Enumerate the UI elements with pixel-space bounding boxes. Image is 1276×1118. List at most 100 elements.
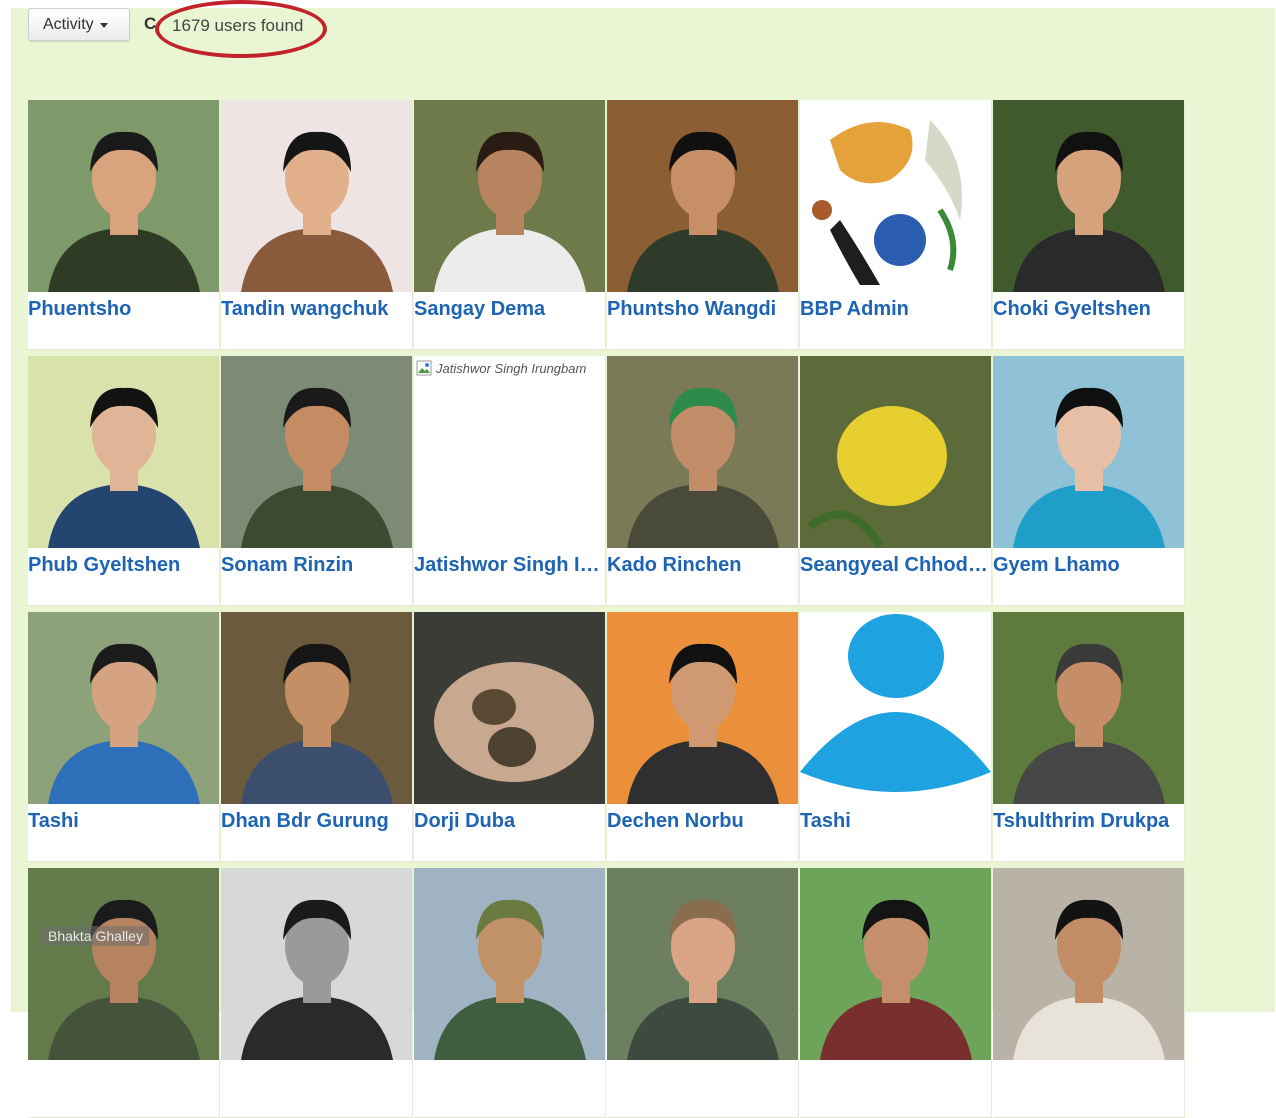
user-name-link[interactable]: Phub Gyeltshen	[28, 554, 216, 577]
user-name-link[interactable]: Seangyeal Chhoden	[800, 554, 988, 577]
user-name-link[interactable]: Sonam Rinzin	[221, 554, 409, 577]
user-name-link[interactable]: Choki Gyeltshen	[993, 298, 1181, 321]
broken-image-icon	[416, 360, 432, 376]
user-name-link[interactable]: Jatishwor Singh Irungbam	[414, 554, 602, 577]
user-photo[interactable]	[221, 612, 412, 804]
user-photo-image	[607, 100, 798, 292]
user-photo-image	[414, 868, 605, 1060]
user-photo[interactable]	[414, 868, 605, 1060]
user-photo-image	[414, 100, 605, 292]
user-photo-image	[221, 868, 412, 1060]
user-photo-image	[800, 612, 991, 804]
user-photo[interactable]	[28, 612, 219, 804]
user-name-link[interactable]: Phuntsho Wangdi	[607, 298, 795, 321]
user-name-link[interactable]: Dorji Duba	[414, 810, 602, 833]
user-name-link[interactable]: Phuentsho	[28, 298, 216, 321]
user-name-link[interactable]: Kado Rinchen	[607, 554, 795, 577]
user-card[interactable]: Tandin wangchuk	[221, 100, 413, 350]
user-photo[interactable]	[993, 612, 1184, 804]
image-alt-text: Jatishwor Singh Irungbam	[436, 361, 587, 376]
user-card[interactable]: Jatishwor Singh Irungbam Jatishwor Singh …	[414, 356, 606, 606]
user-card[interactable]: Seangyeal Chhoden	[800, 356, 992, 606]
user-card[interactable]	[414, 868, 606, 1118]
flower-shape	[874, 214, 926, 266]
user-name-link[interactable]: Tashi	[28, 810, 216, 833]
user-name-link[interactable]: Dechen Norbu	[607, 810, 795, 833]
user-name-link[interactable]: Sangay Dema	[414, 298, 602, 321]
user-photo-image	[993, 100, 1184, 292]
user-photo-image	[800, 100, 991, 292]
user-photo-image	[607, 868, 798, 1060]
user-name-link[interactable]: Tashi	[800, 810, 988, 833]
caret-down-icon	[99, 23, 108, 28]
user-name-link[interactable]: Gyem Lhamo	[993, 554, 1181, 577]
user-card[interactable]: Dechen Norbu	[607, 612, 799, 862]
user-photo-image	[993, 868, 1184, 1060]
user-card[interactable]: Dhan Bdr Gurung	[221, 612, 413, 862]
user-photo[interactable]	[993, 100, 1184, 292]
user-photo[interactable]	[28, 356, 219, 548]
user-card[interactable]: Bhakta Ghalley	[28, 868, 220, 1118]
user-photo-image	[28, 868, 219, 1060]
user-card[interactable]: Phub Gyeltshen	[28, 356, 220, 606]
user-card[interactable]: Dorji Duba	[414, 612, 606, 862]
stone-shape	[472, 689, 516, 725]
user-photo-image	[607, 356, 798, 548]
user-photo[interactable]	[607, 100, 798, 292]
user-card[interactable]: Kado Rinchen	[607, 356, 799, 606]
user-photo[interactable]	[800, 356, 991, 548]
user-photo-image	[221, 100, 412, 292]
user-photo-image	[221, 612, 412, 804]
user-card[interactable]: Phuentsho	[28, 100, 220, 350]
user-card[interactable]	[993, 868, 1185, 1118]
user-photo[interactable]	[414, 612, 605, 804]
user-photo[interactable]	[607, 356, 798, 548]
red-annotation-circle	[155, 0, 327, 58]
user-card[interactable]: Sangay Dema	[414, 100, 606, 350]
mushroom-shape	[812, 200, 832, 220]
user-photo-image	[414, 612, 605, 804]
user-card[interactable]: Gyem Lhamo	[993, 356, 1185, 606]
user-photo[interactable]	[800, 868, 991, 1060]
user-photo-image	[28, 612, 219, 804]
user-name-link[interactable]: Tshulthrim Drukpa	[993, 810, 1181, 833]
user-photo-image	[800, 356, 991, 548]
user-card[interactable]	[221, 868, 413, 1118]
user-photo[interactable]: Jatishwor Singh Irungbam	[414, 356, 605, 548]
user-card[interactable]	[800, 868, 992, 1118]
user-photo[interactable]	[993, 356, 1184, 548]
user-photo[interactable]	[221, 100, 412, 292]
user-photo[interactable]	[607, 868, 798, 1060]
user-photo[interactable]	[993, 868, 1184, 1060]
user-card[interactable]: Choki Gyeltshen	[993, 100, 1185, 350]
avatar-head	[848, 614, 944, 698]
user-photo-image	[993, 612, 1184, 804]
user-card[interactable]: Tashi	[800, 612, 992, 862]
user-photo-image	[993, 356, 1184, 548]
user-card[interactable]	[607, 868, 799, 1118]
user-photo[interactable]	[28, 100, 219, 292]
user-card[interactable]: Sonam Rinzin	[221, 356, 413, 606]
user-photo-image	[607, 612, 798, 804]
user-photo[interactable]	[800, 612, 991, 804]
user-photo[interactable]	[221, 356, 412, 548]
activity-label: Activity	[43, 15, 94, 33]
user-card[interactable]: Tshulthrim Drukpa	[993, 612, 1185, 862]
user-card[interactable]: BBP Admin	[800, 100, 992, 350]
user-photo-image	[28, 356, 219, 548]
activity-dropdown-button[interactable]: Activity	[28, 8, 130, 41]
user-photo[interactable]	[607, 612, 798, 804]
user-name-link[interactable]: BBP Admin	[800, 298, 988, 321]
fruit-shape	[837, 406, 947, 506]
user-photo[interactable]	[221, 868, 412, 1060]
user-photo[interactable]	[800, 100, 991, 292]
stone-shape	[488, 727, 536, 767]
user-name-link[interactable]: Dhan Bdr Gurung	[221, 810, 409, 833]
user-card[interactable]: Tashi	[28, 612, 220, 862]
user-photo[interactable]: Bhakta Ghalley	[28, 868, 219, 1060]
user-card[interactable]: Phuntsho Wangdi	[607, 100, 799, 350]
user-name-link[interactable]: Tandin wangchuk	[221, 298, 409, 321]
photo-watermark: Bhakta Ghalley	[42, 926, 149, 946]
user-photo[interactable]	[414, 100, 605, 292]
user-photo-image	[800, 868, 991, 1060]
